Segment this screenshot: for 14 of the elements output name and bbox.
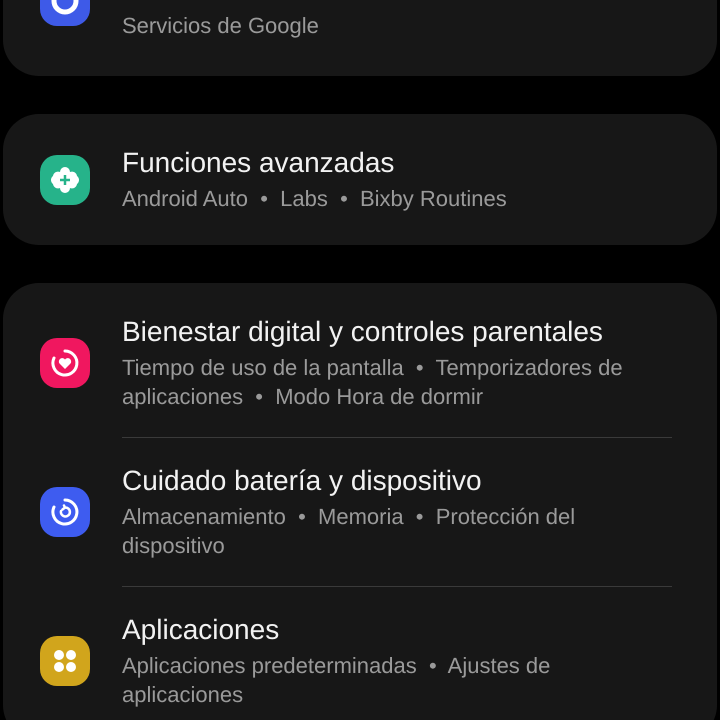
item-title: Bienestar digital y controles parentales — [122, 315, 604, 349]
item-title: Aplicaciones — [122, 613, 280, 647]
settings-item[interactable]: Aplicaciones Aplicaciones predeterminadas • Ajustes de aplicaciones — [40, 587, 680, 720]
item-title: Cuidado batería y dispositivo — [122, 464, 483, 498]
item-subtitle: Android Auto • Labs • Bixby Routines — [122, 185, 507, 213]
item-title: Funciones avanzadas — [122, 146, 396, 180]
settings-item[interactable]: Funciones avanzadas Android Auto • Labs • Bixby Routines — [40, 120, 680, 239]
item-subtitle: Almacenamiento • Memoria • Protección del dispositivo — [122, 503, 576, 560]
settings-item[interactable]: Servicios de Google — [40, 0, 680, 50]
settings-item[interactable]: Cuidado batería y dispositivo Almacenamiento • Memoria • Protección del dispositivo — [40, 438, 680, 586]
item-subtitle: Tiempo de uso de la pantalla • Temporizadores de aplicaciones • Modo Hora de dormir — [122, 354, 624, 411]
item-subtitle: Servicios de Google — [122, 12, 319, 40]
item-subtitle: Aplicaciones predeterminadas • Ajustes de aplicaciones — [122, 652, 552, 709]
settings-item[interactable]: Bienestar digital y controles parentales Tiempo de uso de la pantalla • Temporizadores de aplicaciones • Modo Hora de dormir — [40, 289, 680, 437]
